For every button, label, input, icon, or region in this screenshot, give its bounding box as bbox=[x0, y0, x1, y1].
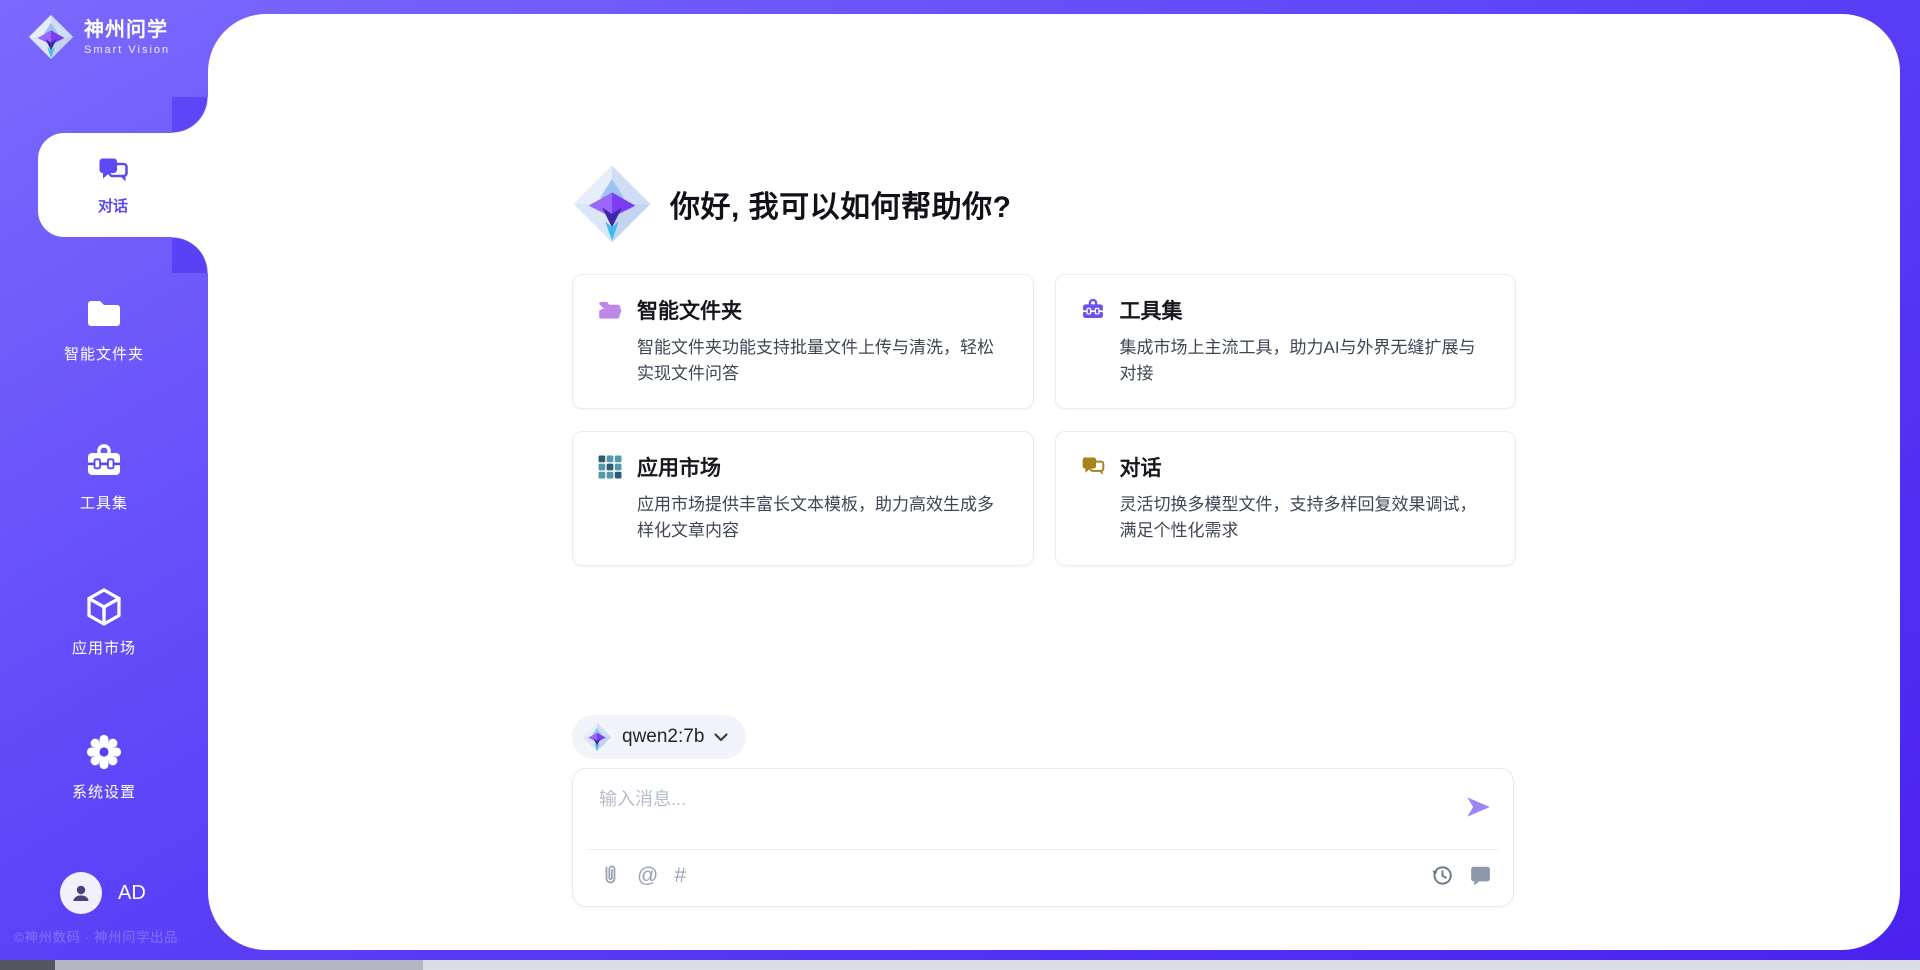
user-account[interactable]: AD bbox=[60, 872, 146, 914]
page-title: 你好, 我可以如何帮助你? bbox=[670, 182, 1012, 226]
model-selector[interactable]: qwen2:7b bbox=[572, 715, 746, 759]
brand-diamond-logo-icon bbox=[28, 14, 74, 60]
message-composer: @ # bbox=[572, 768, 1514, 907]
brand-subtitle: Smart Vision bbox=[84, 44, 170, 56]
horizontal-scrollbar-thumb[interactable] bbox=[55, 960, 423, 970]
card-head: 智能文件夹 bbox=[597, 295, 1009, 325]
sidebar-item-label: 对话 bbox=[98, 195, 128, 216]
hero: 你好, 我可以如何帮助你? bbox=[572, 164, 1012, 244]
folder-open-icon bbox=[597, 297, 623, 323]
feature-card-smart-folders[interactable]: 智能文件夹 智能文件夹功能支持批量文件上传与清洗，轻松实现文件问答 bbox=[572, 274, 1034, 409]
sidebar-item-label: 系统设置 bbox=[72, 781, 136, 802]
sidebar: 神州问学 Smart Vision 对话 智能文件夹 bbox=[0, 0, 208, 970]
folder-icon bbox=[83, 292, 125, 334]
card-description: 集成市场上主流工具，助力AI与外界无缝扩展与对接 bbox=[1120, 335, 1492, 386]
card-title: 智能文件夹 bbox=[637, 295, 742, 325]
at-symbol: @ bbox=[637, 865, 658, 886]
footer-credit: ©神州数码 · 神州问学出品 bbox=[14, 926, 214, 946]
card-head: 对话 bbox=[1080, 452, 1492, 482]
assistant-diamond-logo-icon bbox=[572, 164, 652, 244]
brand: 神州问学 Smart Vision bbox=[28, 14, 170, 60]
hash-symbol: # bbox=[674, 865, 686, 886]
card-description: 智能文件夹功能支持批量文件上传与清洗，轻松实现文件问答 bbox=[637, 335, 1009, 386]
user-initials: AD bbox=[118, 882, 146, 905]
send-button[interactable] bbox=[1463, 791, 1495, 823]
card-description: 灵活切换多模型文件，支持多样回复效果调试，满足个性化需求 bbox=[1120, 492, 1492, 543]
chat-icon bbox=[1080, 454, 1106, 480]
person-icon bbox=[70, 882, 92, 904]
chat-icon bbox=[96, 154, 130, 188]
feedback-bubble-button[interactable] bbox=[1468, 863, 1493, 888]
send-icon bbox=[1463, 792, 1493, 822]
sidebar-item-settings[interactable]: 系统设置 bbox=[0, 732, 208, 802]
feature-card-chat[interactable]: 对话 灵活切换多模型文件，支持多样回复效果调试，满足个性化需求 bbox=[1055, 431, 1517, 566]
tab-top-fillet bbox=[172, 97, 208, 133]
topic-button[interactable]: # bbox=[674, 865, 686, 886]
history-button[interactable] bbox=[1430, 863, 1455, 888]
page: 神州问学 Smart Vision 对话 智能文件夹 bbox=[0, 0, 1920, 970]
cube-icon bbox=[83, 586, 125, 628]
sidebar-item-smart-folders[interactable]: 智能文件夹 bbox=[0, 292, 208, 364]
model-name: qwen2:7b bbox=[622, 726, 704, 748]
model-diamond-logo-icon bbox=[582, 722, 612, 752]
speech-bubble-icon bbox=[1468, 863, 1493, 888]
card-head: 应用市场 bbox=[597, 452, 1009, 482]
brand-name: 神州问学 bbox=[84, 19, 170, 41]
scrollbar-corner bbox=[0, 960, 55, 970]
history-clock-icon bbox=[1430, 863, 1455, 888]
chevron-down-icon bbox=[714, 733, 728, 742]
sidebar-item-app-market[interactable]: 应用市场 bbox=[0, 586, 208, 658]
message-input[interactable] bbox=[599, 785, 1429, 841]
sidebar-item-chat[interactable]: 对话 bbox=[38, 133, 212, 237]
grid-icon bbox=[597, 454, 623, 480]
briefcase-icon bbox=[83, 441, 125, 483]
composer-divider bbox=[587, 849, 1499, 850]
attach-file-button[interactable] bbox=[599, 863, 621, 887]
card-head: 工具集 bbox=[1080, 295, 1492, 325]
briefcase-icon bbox=[1080, 297, 1106, 323]
sidebar-item-label: 应用市场 bbox=[72, 637, 136, 658]
feature-card-toolset[interactable]: 工具集 集成市场上主流工具，助力AI与外界无缝扩展与对接 bbox=[1055, 274, 1517, 409]
card-title: 对话 bbox=[1120, 452, 1162, 482]
composer-tools-left: @ # bbox=[599, 863, 686, 887]
sidebar-item-toolset[interactable]: 工具集 bbox=[0, 441, 208, 513]
mention-button[interactable]: @ bbox=[637, 865, 658, 886]
sidebar-item-label: 智能文件夹 bbox=[64, 343, 144, 364]
sidebar-item-label: 工具集 bbox=[80, 492, 128, 513]
card-title: 应用市场 bbox=[637, 452, 721, 482]
feature-card-app-market[interactable]: 应用市场 应用市场提供丰富长文本模板，助力高效生成多样化文章内容 bbox=[572, 431, 1034, 566]
card-description: 应用市场提供丰富长文本模板，助力高效生成多样化文章内容 bbox=[637, 492, 1009, 543]
gear-icon bbox=[84, 732, 124, 772]
avatar bbox=[60, 872, 102, 914]
feature-cards: 智能文件夹 智能文件夹功能支持批量文件上传与清洗，轻松实现文件问答 工具集 集成… bbox=[572, 274, 1516, 566]
paperclip-icon bbox=[599, 863, 621, 887]
card-title: 工具集 bbox=[1120, 295, 1183, 325]
composer-tools-right bbox=[1430, 863, 1493, 888]
brand-text: 神州问学 Smart Vision bbox=[84, 19, 170, 56]
tab-bottom-fillet bbox=[172, 237, 208, 273]
